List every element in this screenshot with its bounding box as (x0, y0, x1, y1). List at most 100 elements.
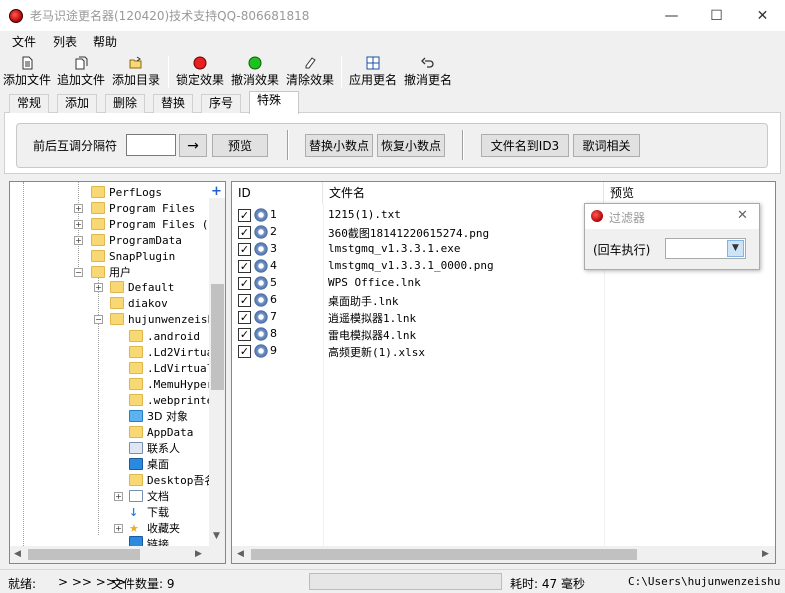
undo-rename-button[interactable]: 撤消更名 (402, 54, 454, 90)
tab-replace[interactable]: 替换 (153, 94, 194, 113)
tree-item[interactable]: 文档 (129, 488, 169, 504)
menu-help[interactable]: 帮助 (93, 33, 117, 50)
row-checkbox[interactable]: ✓ (238, 277, 251, 290)
file-row[interactable]: ✓ 7 逍遥模拟器1.lnk (232, 309, 775, 326)
clear-effect-button[interactable]: 清除效果 (284, 54, 336, 90)
tree-item[interactable]: AppData (129, 424, 193, 440)
apply-rename-label: 应用更名 (348, 73, 397, 87)
tree-item[interactable]: PerfLogs (91, 184, 162, 200)
tree-item[interactable]: SnapPlugin (91, 248, 175, 264)
tree-hscroll-thumb[interactable] (28, 549, 140, 560)
tab-sequence[interactable]: 序号 (201, 94, 242, 113)
apply-grid-icon (366, 56, 380, 70)
row-checkbox[interactable]: ✓ (238, 345, 251, 358)
arrow-button[interactable]: → (179, 134, 207, 157)
add-folder-icon[interactable]: + (211, 184, 222, 199)
list-horizontal-scrollbar[interactable]: ◀ ▶ (232, 546, 775, 563)
tree-item[interactable]: Default (110, 279, 174, 295)
add-dir-button[interactable]: 添加目录 (111, 54, 161, 90)
row-checkbox[interactable]: ✓ (238, 260, 251, 273)
collapse-icon[interactable]: − (94, 315, 103, 324)
tree-item[interactable]: ProgramData (91, 232, 182, 248)
row-checkbox[interactable]: ✓ (238, 226, 251, 239)
folder-tree[interactable]: + PerfLogs + Program Files + Program Fil… (9, 181, 226, 564)
tree-item[interactable]: Program Files (91, 200, 195, 216)
replace-decimal-button[interactable]: 替换小数点 (305, 134, 373, 157)
expand-icon[interactable]: + (74, 236, 83, 245)
tree-vertical-scrollbar[interactable]: ▼ (209, 198, 225, 547)
scroll-down-icon[interactable]: ▼ (213, 531, 220, 541)
file-row[interactable]: ✓ 6 桌面助手.lnk (232, 292, 775, 309)
file-row[interactable]: ✓ 5 WPS Office.lnk (232, 275, 775, 292)
minimize-button[interactable]: — (649, 0, 694, 31)
tree-item[interactable]: ↓ 下载 (129, 504, 169, 520)
tab-add[interactable]: 添加 (57, 94, 98, 113)
folder-icon (129, 346, 143, 358)
collapse-icon[interactable]: − (74, 268, 83, 277)
tree-item[interactable]: 3D 对象 (129, 408, 188, 424)
tree-item[interactable]: 联系人 (129, 440, 180, 456)
maximize-button[interactable]: ☐ (694, 0, 739, 31)
tree-item[interactable]: .MemuHyperv (129, 376, 220, 392)
status-ready: 就绪: (8, 577, 37, 591)
lock-effect-button[interactable]: 锁定效果 (174, 54, 226, 90)
filename-to-id3-button[interactable]: 文件名到ID3 (481, 134, 569, 157)
expand-icon[interactable]: + (74, 204, 83, 213)
tree-item[interactable]: Desktop吾名 (129, 472, 215, 488)
scroll-left-icon[interactable]: ◀ (237, 549, 244, 559)
append-file-button[interactable]: 追加文件 (56, 54, 106, 90)
tree-item[interactable]: .webprinter (129, 392, 220, 408)
column-filename[interactable]: 文件名 (323, 182, 604, 204)
row-checkbox[interactable]: ✓ (238, 328, 251, 341)
folder-icon (91, 202, 105, 214)
expand-icon[interactable]: + (74, 220, 83, 229)
row-checkbox[interactable]: ✓ (238, 209, 251, 222)
file-row[interactable]: ✓ 9 高频更新(1).xlsx (232, 343, 775, 360)
lyrics-button[interactable]: 歌词相关 (573, 134, 640, 157)
filter-select[interactable]: ▼ (665, 238, 746, 259)
tree-horizontal-scrollbar[interactable]: ◀ ▶ (10, 546, 225, 563)
preview-button[interactable]: 预览 (212, 134, 268, 157)
expand-icon[interactable]: + (94, 283, 103, 292)
scroll-right-icon[interactable]: ▶ (195, 549, 202, 559)
expand-icon[interactable]: + (114, 524, 123, 533)
add-file-label: 添加文件 (2, 73, 51, 87)
documents-icon (129, 490, 143, 502)
tree-item[interactable]: Program Files (x86) (91, 216, 225, 232)
tree-item[interactable]: 链接 (129, 536, 169, 546)
swap-separator-input[interactable] (126, 134, 176, 156)
tree-item[interactable]: diakov (110, 295, 168, 311)
close-button[interactable]: ✕ (740, 0, 785, 31)
menu-file[interactable]: 文件 (12, 33, 36, 50)
file-row[interactable]: ✓ 8 雷电模拟器4.lnk (232, 326, 775, 343)
tree-item[interactable]: .android (129, 328, 200, 344)
tree-item[interactable]: 桌面 (129, 456, 169, 472)
folder-icon (91, 250, 105, 262)
undo-rename-label: 撤消更名 (403, 73, 452, 87)
tree-item[interactable]: 用户 (91, 264, 131, 280)
tree-scroll-thumb[interactable] (211, 284, 224, 390)
gear-icon (254, 242, 268, 256)
undo-effect-button[interactable]: 撤消效果 (229, 54, 281, 90)
tab-delete[interactable]: 删除 (105, 94, 146, 113)
menu-list[interactable]: 列表 (53, 33, 77, 50)
row-checkbox[interactable]: ✓ (238, 294, 251, 307)
chevron-down-icon[interactable]: ▼ (727, 240, 744, 257)
scroll-right-icon[interactable]: ▶ (762, 549, 769, 559)
tree-item[interactable]: hujunwenzeishu (110, 311, 221, 327)
column-id[interactable]: ID (232, 182, 323, 204)
apply-rename-button[interactable]: 应用更名 (347, 54, 399, 90)
row-checkbox[interactable]: ✓ (238, 311, 251, 324)
tree-item[interactable]: ★ 收藏夹 (129, 520, 180, 536)
filter-close-button[interactable]: ✕ (737, 208, 748, 223)
tab-special[interactable]: 特殊 (249, 91, 299, 114)
column-preview[interactable]: 预览 (604, 182, 775, 204)
scroll-left-icon[interactable]: ◀ (14, 549, 21, 559)
row-checkbox[interactable]: ✓ (238, 243, 251, 256)
restore-decimal-button[interactable]: 恢复小数点 (377, 134, 445, 157)
star-icon: ★ (129, 521, 139, 535)
add-file-button[interactable]: 添加文件 (2, 54, 52, 90)
expand-icon[interactable]: + (114, 492, 123, 501)
list-hscroll-thumb[interactable] (251, 549, 637, 560)
tab-general[interactable]: 常规 (9, 94, 50, 113)
